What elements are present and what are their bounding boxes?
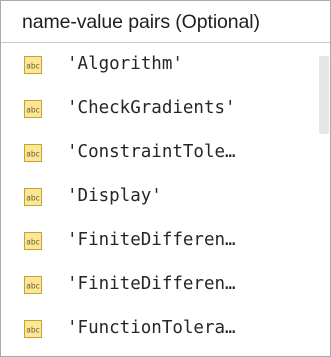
list-item[interactable]: abc 'ConstraintTole…: [1, 132, 313, 176]
svg-text:abc: abc: [26, 62, 39, 71]
list-item-label: 'CheckGradients': [67, 98, 236, 118]
suggestion-list: abc 'Algorithm' abc 'CheckGradients' abc…: [1, 44, 330, 356]
list-item[interactable]: abc 'FiniteDifferen…: [1, 264, 313, 308]
scrollbar-thumb[interactable]: [319, 56, 329, 134]
list-item[interactable]: abc 'Display': [1, 176, 313, 220]
list-item-label: 'Display': [67, 186, 162, 206]
popup-header-title: name-value pairs (Optional): [22, 11, 260, 33]
abc-string-icon: abc: [24, 232, 42, 250]
svg-text:abc: abc: [26, 194, 39, 203]
popup-header: name-value pairs (Optional): [1, 1, 330, 43]
list-item-label: 'Algorithm': [67, 54, 183, 74]
svg-text:abc: abc: [26, 150, 39, 159]
list-item[interactable]: abc 'FiniteDifferen…: [1, 220, 313, 264]
list-item[interactable]: abc 'CheckGradients': [1, 88, 313, 132]
list-item[interactable]: abc 'FunctionTolera…: [1, 308, 313, 352]
completion-popup: name-value pairs (Optional) abc 'Algorit…: [0, 0, 331, 357]
abc-string-icon: abc: [24, 56, 42, 74]
abc-string-icon: abc: [24, 276, 42, 294]
list-item[interactable]: abc 'Algorithm': [1, 44, 313, 88]
list-item-label: 'ConstraintTole…: [67, 142, 236, 162]
svg-text:abc: abc: [26, 106, 39, 115]
svg-text:abc: abc: [26, 326, 39, 335]
list-item-label: 'FiniteDifferen…: [67, 230, 236, 250]
abc-string-icon: abc: [24, 100, 42, 118]
list-item-label: 'FiniteDifferen…: [67, 274, 236, 294]
abc-string-icon: abc: [24, 188, 42, 206]
svg-text:abc: abc: [26, 282, 39, 291]
list-item-label: 'FunctionTolera…: [67, 318, 236, 338]
abc-string-icon: abc: [24, 320, 42, 338]
abc-string-icon: abc: [24, 144, 42, 162]
svg-text:abc: abc: [26, 238, 39, 247]
